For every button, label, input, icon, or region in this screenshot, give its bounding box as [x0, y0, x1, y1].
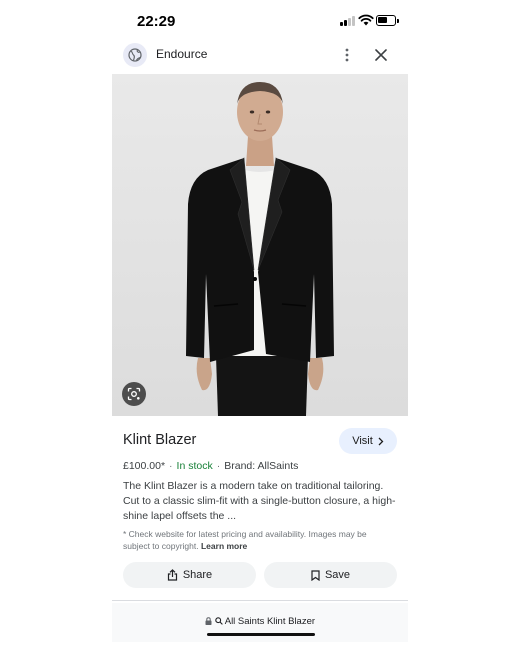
save-button[interactable]: Save [264, 562, 397, 588]
visit-label: Visit [352, 435, 373, 447]
site-header: Endource [112, 36, 408, 74]
signal-icon [340, 16, 356, 26]
chevron-right-icon [378, 437, 384, 445]
bookmark-icon [311, 569, 320, 581]
share-icon [167, 569, 177, 581]
site-name[interactable]: Endource [156, 47, 207, 61]
save-label: Save [324, 569, 351, 581]
lens-button[interactable] [122, 382, 146, 406]
battery-icon [376, 15, 399, 26]
status-time: 22:29 [137, 13, 176, 30]
site-favicon [123, 43, 147, 67]
more-vert-icon[interactable] [340, 47, 354, 63]
globe-icon [128, 48, 142, 62]
wifi-icon [358, 14, 374, 26]
url-bar[interactable]: All Saints Klint Blazer [112, 603, 408, 642]
product-description: The Klint Blazer is a modern take on tra… [123, 480, 396, 522]
product-title: Klint Blazer [123, 432, 197, 448]
product-price: £100.00* [123, 460, 166, 472]
product-image[interactable] [112, 74, 408, 416]
lock-icon [205, 617, 212, 625]
result-sheet: Endource Klint Blazer Visit £100.00* · I… [112, 36, 408, 642]
share-button[interactable]: Share [123, 562, 256, 588]
close-icon[interactable] [373, 47, 389, 63]
product-meta: £100.00* · In stock · Brand: AllSaints [123, 460, 299, 472]
lens-icon [127, 387, 141, 401]
visit-button[interactable]: Visit [339, 428, 397, 454]
search-query: All Saints Klint Blazer [224, 616, 316, 627]
search-icon [214, 617, 223, 625]
disclaimer: * Check website for latest pricing and a… [123, 528, 393, 552]
blazer-photo [112, 74, 408, 416]
home-indicator [207, 633, 315, 636]
divider [112, 600, 408, 601]
learn-more-link[interactable]: Learn more [201, 541, 247, 551]
product-brand: Brand: AllSaints [224, 460, 299, 472]
url-bar-text: All Saints Klint Blazer [112, 616, 408, 627]
share-label: Share [182, 569, 213, 581]
stock-status: In stock [176, 460, 213, 472]
